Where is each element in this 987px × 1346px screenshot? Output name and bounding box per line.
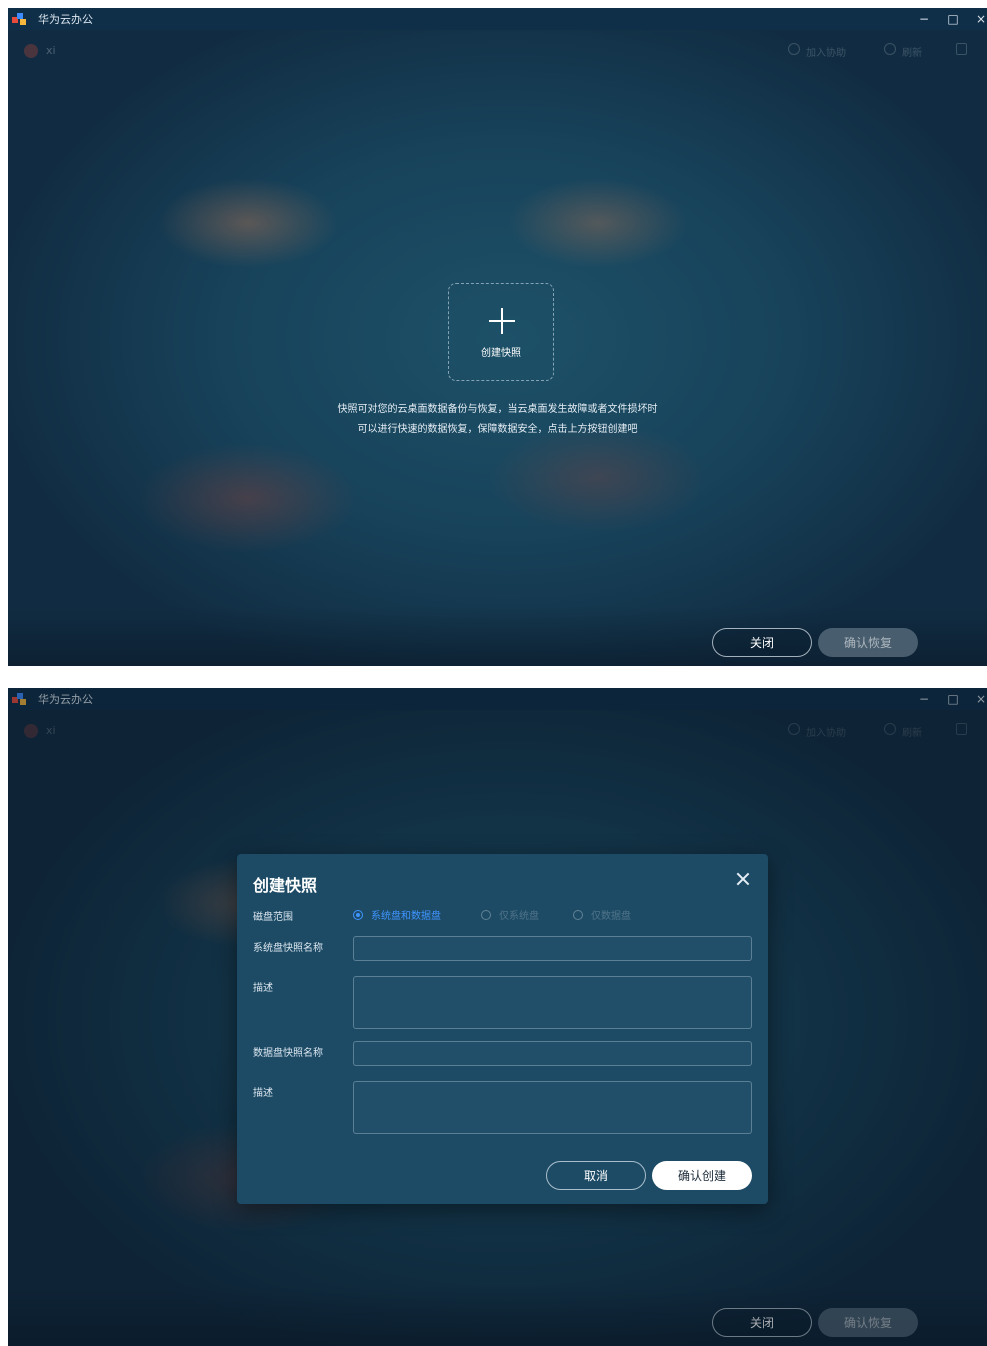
create-snapshot-label: 创建快照 (481, 348, 521, 359)
create-snapshot-tile[interactable]: 创建快照 (448, 283, 554, 381)
data-snapshot-name-label: 数据盘快照名称 (253, 1048, 323, 1059)
data-description-input[interactable] (353, 1081, 752, 1134)
system-snapshot-name-input[interactable] (353, 936, 752, 961)
radio-data-only[interactable]: 仅数据盘 (573, 907, 631, 922)
refresh-label: 刷新 (902, 48, 922, 59)
cancel-button[interactable]: 取消 (546, 1161, 646, 1190)
system-description-label: 描述 (253, 983, 273, 994)
close-button[interactable]: 关闭 (712, 628, 812, 657)
refresh-icon (884, 43, 896, 55)
radio-label: 系统盘和数据盘 (371, 911, 441, 922)
disk-scope-label: 磁盘范围 (253, 912, 293, 923)
radio-icon (481, 909, 491, 920)
dialog-title: 创建快照 (253, 876, 318, 895)
app-window-empty-state: 华为云办公 − □ × xi 加入协助 刷新 创建快照 快照可对您的云桌面数据备… (8, 8, 987, 666)
app-logo-icon (12, 13, 26, 25)
data-snapshot-name-input[interactable] (353, 1041, 752, 1066)
close-window-button[interactable]: × (970, 8, 987, 30)
app-window-create-dialog: 华为云办公 − □ × xi 加入协助 刷新 关闭 确认恢复 创建快照 磁盘范围… (8, 688, 987, 1346)
plus-icon (489, 308, 515, 334)
title-bar: 华为云办公 − □ × (8, 8, 987, 30)
radio-icon (573, 909, 583, 920)
minimize-button[interactable]: − (913, 8, 935, 30)
confirm-create-button[interactable]: 确认创建 (652, 1161, 752, 1190)
empty-description-line1: 快照可对您的云桌面数据备份与恢复，当云桌面发生故障或者文件损坏时 (337, 404, 658, 415)
close-icon[interactable] (736, 872, 750, 886)
empty-description-line2: 可以进行快速的数据恢复，保障数据安全，点击上方按钮创建吧 (357, 424, 638, 435)
radio-system-and-data[interactable]: 系统盘和数据盘 (353, 907, 441, 922)
radio-system-only[interactable]: 仅系统盘 (481, 907, 539, 922)
data-description-label: 描述 (253, 1088, 273, 1099)
avatar (24, 44, 38, 58)
system-description-input[interactable] (353, 976, 752, 1029)
system-snapshot-name-label: 系统盘快照名称 (253, 943, 323, 954)
radio-label: 仅数据盘 (591, 911, 631, 922)
user-name: xi (46, 44, 56, 57)
app-title: 华为云办公 (38, 13, 93, 26)
help-icon (788, 43, 800, 55)
join-help-label: 加入协助 (806, 48, 846, 59)
background-toolbar: xi 加入协助 刷新 (8, 30, 987, 70)
radio-label: 仅系统盘 (499, 911, 539, 922)
radio-selected-icon (353, 909, 363, 920)
maximize-button[interactable]: □ (942, 8, 964, 30)
confirm-restore-button[interactable]: 确认恢复 (818, 628, 918, 657)
create-snapshot-dialog: 创建快照 磁盘范围 系统盘和数据盘 仅系统盘 仅数据盘 系统盘快照名称 描述 数… (237, 854, 768, 1204)
lock-icon (956, 43, 967, 55)
